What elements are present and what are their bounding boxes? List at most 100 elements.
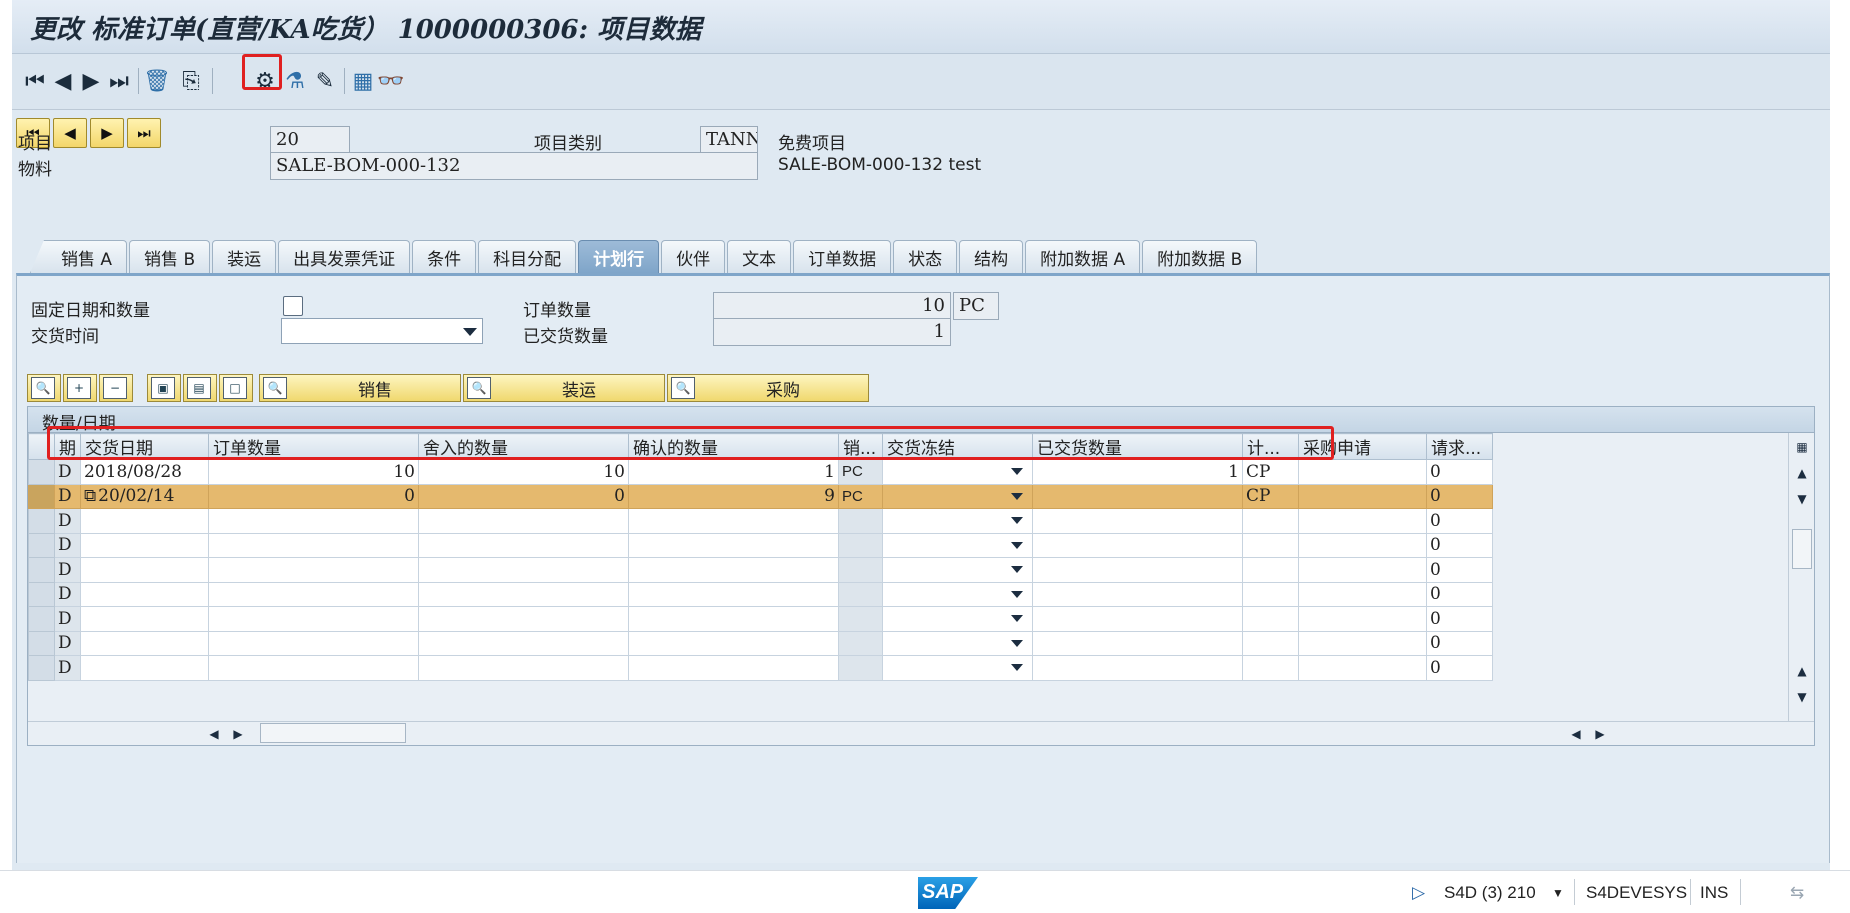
last-icon[interactable]: ⏭ xyxy=(104,66,134,96)
col-header[interactable]: 已交货数量 xyxy=(1032,433,1243,460)
order-qty-cell[interactable] xyxy=(208,630,419,656)
item-field[interactable]: 20 xyxy=(270,126,350,154)
unit-cell[interactable] xyxy=(838,508,883,534)
unit-cell[interactable] xyxy=(838,606,883,632)
chevron-down-icon[interactable] xyxy=(1011,468,1023,475)
col-header[interactable]: 交货冻结 xyxy=(882,433,1033,460)
scroll-bottom-icon[interactable]: ▼ xyxy=(1792,687,1812,707)
col-header[interactable]: 采购申请 xyxy=(1298,433,1427,460)
purchase-req-cell[interactable] xyxy=(1298,483,1427,509)
test-icon[interactable]: ⚗ xyxy=(280,66,310,96)
row-selector[interactable] xyxy=(28,630,55,656)
unit-cell[interactable] xyxy=(838,655,883,681)
select-all-cell[interactable] xyxy=(28,433,55,460)
settings-icon[interactable]: ▦ xyxy=(1792,437,1812,457)
request-cell[interactable]: 0 xyxy=(1426,630,1493,656)
request-cell[interactable]: 0 xyxy=(1426,508,1493,534)
rounded-qty-cell[interactable] xyxy=(418,606,629,632)
select-all-button[interactable]: ▣ xyxy=(147,374,181,402)
previous-icon[interactable]: ◀ xyxy=(48,66,78,96)
rounded-qty-cell[interactable]: 0 xyxy=(418,483,629,509)
tab-structure[interactable]: 结构 xyxy=(959,240,1024,273)
purchase-req-cell[interactable] xyxy=(1298,606,1427,632)
col-header[interactable]: 请求... xyxy=(1426,433,1493,460)
tab-order-data[interactable]: 订单数据 xyxy=(793,240,892,273)
scroll-right-icon[interactable]: ▶ xyxy=(228,724,248,744)
horizontal-scrollbar[interactable]: ◀ ▶ ◀ ▶ xyxy=(28,721,1814,745)
confirmed-qty-cell[interactable] xyxy=(628,508,839,534)
calculator-icon[interactable]: ▦ xyxy=(348,66,378,96)
chevron-down-icon[interactable] xyxy=(1011,541,1023,549)
col-header[interactable]: 确认的数量 xyxy=(628,433,839,460)
delivery-block-cell[interactable] xyxy=(882,459,1033,485)
item-category-field[interactable]: TANN xyxy=(700,126,758,154)
horizontal-scroll-thumb[interactable] xyxy=(260,723,406,743)
unit-cell[interactable] xyxy=(838,532,883,558)
delivery-date-cell[interactable] xyxy=(80,532,209,558)
order-qty-cell[interactable] xyxy=(208,508,419,534)
tab-texts[interactable]: 文本 xyxy=(727,240,792,273)
rounded-qty-cell[interactable] xyxy=(418,630,629,656)
chevron-down-icon[interactable] xyxy=(1011,664,1023,671)
delivery-block-cell[interactable] xyxy=(882,655,1033,681)
scroll-down-icon[interactable]: ▼ xyxy=(1792,489,1812,509)
display-icon[interactable]: 👓 xyxy=(376,66,406,96)
tab-conditions[interactable]: 条件 xyxy=(412,240,477,273)
purchase-req-cell[interactable] xyxy=(1298,557,1427,583)
request-cell[interactable]: 0 xyxy=(1426,557,1493,583)
purchase-req-cell[interactable] xyxy=(1298,459,1427,485)
row-selector[interactable] xyxy=(28,459,55,485)
copy-icon[interactable]: ⎘ xyxy=(176,66,206,96)
plan-cell[interactable] xyxy=(1242,655,1299,681)
tab-status[interactable]: 状态 xyxy=(893,240,958,273)
plan-cell[interactable] xyxy=(1242,630,1299,656)
delivered-qty-cell[interactable] xyxy=(1032,557,1243,583)
deselect-all-button[interactable]: □ xyxy=(219,374,253,402)
confirmed-qty-cell[interactable]: 9 xyxy=(628,483,839,509)
table-row[interactable]: D ⧉ 20/02/14 0 0 9 PC CP 0 xyxy=(28,483,1493,509)
purchase-req-cell[interactable] xyxy=(1298,508,1427,534)
row-selector[interactable] xyxy=(28,483,55,509)
chevron-down-icon[interactable] xyxy=(1011,639,1023,647)
plan-cell[interactable] xyxy=(1242,508,1299,534)
tab-account-assignment[interactable]: 科目分配 xyxy=(478,240,577,273)
plan-cell[interactable]: CP xyxy=(1242,459,1299,485)
col-header[interactable]: 交货日期 xyxy=(80,433,209,460)
delivered-qty-cell[interactable] xyxy=(1032,655,1243,681)
chevron-down-icon[interactable] xyxy=(1011,517,1023,524)
order-qty-cell[interactable] xyxy=(208,581,419,607)
tab-billing[interactable]: 出具发票凭证 xyxy=(278,240,411,273)
plan-cell[interactable] xyxy=(1242,606,1299,632)
scroll-top-icon[interactable]: ▲ xyxy=(1792,661,1812,681)
details-button[interactable]: 🔍 xyxy=(27,374,61,402)
chevron-down-icon[interactable] xyxy=(1011,566,1023,573)
chevron-down-icon[interactable] xyxy=(1011,492,1023,500)
next-item-button[interactable]: ▶ xyxy=(90,118,124,148)
delivery-date-cell[interactable] xyxy=(80,508,209,534)
delivered-qty-cell[interactable]: 1 xyxy=(1032,459,1243,485)
edit-icon[interactable]: ✎ xyxy=(310,66,340,96)
previous-item-button[interactable]: ◀ xyxy=(53,118,87,148)
row-selector[interactable] xyxy=(28,581,55,607)
table-row[interactable]: D0 xyxy=(28,606,1493,632)
rounded-qty-cell[interactable] xyxy=(418,532,629,558)
table-row[interactable]: D0 xyxy=(28,581,1493,607)
delivery-time-dropdown[interactable] xyxy=(281,318,483,344)
purchase-req-cell[interactable] xyxy=(1298,532,1427,558)
delivery-block-cell[interactable] xyxy=(882,532,1033,558)
delete-row-button[interactable]: − xyxy=(99,374,133,402)
delivery-block-cell[interactable] xyxy=(882,630,1033,656)
order-qty-cell[interactable] xyxy=(208,655,419,681)
play-icon[interactable]: ▷ xyxy=(1412,883,1425,903)
chevron-down-icon[interactable] xyxy=(1011,590,1023,598)
sales-button[interactable]: 🔍 销售 xyxy=(259,374,461,402)
scroll-thumb[interactable] xyxy=(1792,529,1812,569)
tab-additional-data-b[interactable]: 附加数据 B xyxy=(1142,240,1258,273)
row-selector[interactable] xyxy=(28,557,55,583)
tab-sales-a[interactable]: 销售 A xyxy=(30,240,128,273)
delivered-qty-cell[interactable] xyxy=(1032,581,1243,607)
confirmed-qty-cell[interactable] xyxy=(628,655,839,681)
delivery-date-cell[interactable] xyxy=(80,630,209,656)
order-qty-cell[interactable]: 0 xyxy=(208,483,419,509)
confirmed-qty-cell[interactable] xyxy=(628,557,839,583)
